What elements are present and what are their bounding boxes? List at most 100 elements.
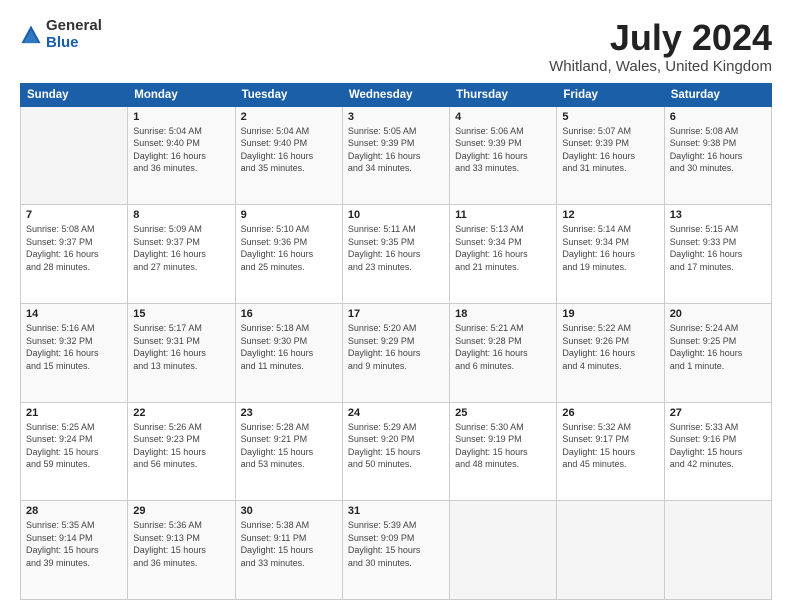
- calendar-header: SundayMondayTuesdayWednesdayThursdayFrid…: [21, 83, 772, 106]
- day-info: Sunrise: 5:24 AM Sunset: 9:25 PM Dayligh…: [670, 322, 766, 372]
- day-info: Sunrise: 5:07 AM Sunset: 9:39 PM Dayligh…: [562, 125, 658, 175]
- header-cell-tuesday: Tuesday: [235, 83, 342, 106]
- logo-icon: [20, 24, 42, 46]
- day-number: 1: [133, 111, 229, 123]
- logo-general: General: [46, 18, 102, 35]
- day-number: 4: [455, 111, 551, 123]
- day-info: Sunrise: 5:11 AM Sunset: 9:35 PM Dayligh…: [348, 223, 444, 273]
- header-row: SundayMondayTuesdayWednesdayThursdayFrid…: [21, 83, 772, 106]
- header-cell-friday: Friday: [557, 83, 664, 106]
- day-number: 25: [455, 407, 551, 419]
- day-number: 18: [455, 308, 551, 320]
- day-info: Sunrise: 5:08 AM Sunset: 9:38 PM Dayligh…: [670, 125, 766, 175]
- day-info: Sunrise: 5:21 AM Sunset: 9:28 PM Dayligh…: [455, 322, 551, 372]
- day-number: 11: [455, 209, 551, 221]
- location-title: Whitland, Wales, United Kingdom: [549, 58, 772, 75]
- day-number: 20: [670, 308, 766, 320]
- day-number: 2: [241, 111, 337, 123]
- day-number: 21: [26, 407, 122, 419]
- day-info: Sunrise: 5:18 AM Sunset: 9:30 PM Dayligh…: [241, 322, 337, 372]
- calendar-cell: 20 Sunrise: 5:24 AM Sunset: 9:25 PM Dayli…: [664, 303, 771, 402]
- day-number: 16: [241, 308, 337, 320]
- header-cell-wednesday: Wednesday: [342, 83, 449, 106]
- day-number: 23: [241, 407, 337, 419]
- calendar-cell: 1 Sunrise: 5:04 AM Sunset: 9:40 PM Daylig…: [128, 106, 235, 205]
- logo-blue: Blue: [46, 35, 102, 52]
- day-info: Sunrise: 5:20 AM Sunset: 9:29 PM Dayligh…: [348, 322, 444, 372]
- calendar-cell: 24 Sunrise: 5:29 AM Sunset: 9:20 PM Dayli…: [342, 402, 449, 501]
- calendar-cell: 2Sunrise: 5:04 AM Sunset: 9:40 PM Daylig…: [235, 106, 342, 205]
- day-info: Sunrise: 5:33 AM Sunset: 9:16 PM Dayligh…: [670, 421, 766, 471]
- day-number: 14: [26, 308, 122, 320]
- calendar-cell: 25 Sunrise: 5:30 AM Sunset: 9:19 PM Dayli…: [450, 402, 557, 501]
- calendar-cell: 4Sunrise: 5:06 AM Sunset: 9:39 PM Daylig…: [450, 106, 557, 205]
- calendar-cell: 5 Sunrise: 5:07 AM Sunset: 9:39 PM Daylig…: [557, 106, 664, 205]
- calendar-cell: 15Sunrise: 5:17 AM Sunset: 9:31 PM Dayli…: [128, 303, 235, 402]
- day-number: 27: [670, 407, 766, 419]
- calendar-cell: [450, 501, 557, 600]
- day-info: Sunrise: 5:08 AM Sunset: 9:37 PM Dayligh…: [26, 223, 122, 273]
- day-number: 15: [133, 308, 229, 320]
- day-info: Sunrise: 5:04 AM Sunset: 9:40 PM Dayligh…: [133, 125, 229, 175]
- day-info: Sunrise: 5:14 AM Sunset: 9:34 PM Dayligh…: [562, 223, 658, 273]
- calendar-cell: 6 Sunrise: 5:08 AM Sunset: 9:38 PM Daylig…: [664, 106, 771, 205]
- day-number: 13: [670, 209, 766, 221]
- day-number: 24: [348, 407, 444, 419]
- week-row-2: 14Sunrise: 5:16 AM Sunset: 9:32 PM Dayli…: [21, 303, 772, 402]
- day-info: Sunrise: 5:09 AM Sunset: 9:37 PM Dayligh…: [133, 223, 229, 273]
- calendar-cell: 28 Sunrise: 5:35 AM Sunset: 9:14 PM Dayli…: [21, 501, 128, 600]
- day-info: Sunrise: 5:38 AM Sunset: 9:11 PM Dayligh…: [241, 519, 337, 569]
- day-number: 10: [348, 209, 444, 221]
- day-info: Sunrise: 5:29 AM Sunset: 9:20 PM Dayligh…: [348, 421, 444, 471]
- header-cell-saturday: Saturday: [664, 83, 771, 106]
- calendar-cell: [664, 501, 771, 600]
- calendar-cell: 9 Sunrise: 5:10 AM Sunset: 9:36 PM Daylig…: [235, 205, 342, 304]
- day-info: Sunrise: 5:15 AM Sunset: 9:33 PM Dayligh…: [670, 223, 766, 273]
- header-cell-thursday: Thursday: [450, 83, 557, 106]
- week-row-4: 28 Sunrise: 5:35 AM Sunset: 9:14 PM Dayli…: [21, 501, 772, 600]
- day-number: 26: [562, 407, 658, 419]
- calendar-cell: 19Sunrise: 5:22 AM Sunset: 9:26 PM Dayli…: [557, 303, 664, 402]
- title-block: July 2024 Whitland, Wales, United Kingdo…: [549, 18, 772, 75]
- calendar-cell: 10 Sunrise: 5:11 AM Sunset: 9:35 PM Dayli…: [342, 205, 449, 304]
- header-cell-sunday: Sunday: [21, 83, 128, 106]
- day-number: 30: [241, 505, 337, 517]
- day-number: 6: [670, 111, 766, 123]
- calendar-cell: 23 Sunrise: 5:28 AM Sunset: 9:21 PM Dayli…: [235, 402, 342, 501]
- day-number: 7: [26, 209, 122, 221]
- day-info: Sunrise: 5:25 AM Sunset: 9:24 PM Dayligh…: [26, 421, 122, 471]
- header-cell-monday: Monday: [128, 83, 235, 106]
- calendar-cell: 31 Sunrise: 5:39 AM Sunset: 9:09 PM Dayli…: [342, 501, 449, 600]
- day-info: Sunrise: 5:26 AM Sunset: 9:23 PM Dayligh…: [133, 421, 229, 471]
- calendar-cell: 13 Sunrise: 5:15 AM Sunset: 9:33 PM Dayli…: [664, 205, 771, 304]
- calendar-cell: 30 Sunrise: 5:38 AM Sunset: 9:11 PM Dayli…: [235, 501, 342, 600]
- calendar-cell: 3 Sunrise: 5:05 AM Sunset: 9:39 PM Daylig…: [342, 106, 449, 205]
- day-number: 31: [348, 505, 444, 517]
- day-info: Sunrise: 5:05 AM Sunset: 9:39 PM Dayligh…: [348, 125, 444, 175]
- calendar-cell: 14Sunrise: 5:16 AM Sunset: 9:32 PM Dayli…: [21, 303, 128, 402]
- calendar-cell: 8 Sunrise: 5:09 AM Sunset: 9:37 PM Daylig…: [128, 205, 235, 304]
- day-number: 9: [241, 209, 337, 221]
- day-number: 8: [133, 209, 229, 221]
- day-number: 3: [348, 111, 444, 123]
- calendar-cell: 29Sunrise: 5:36 AM Sunset: 9:13 PM Dayli…: [128, 501, 235, 600]
- day-info: Sunrise: 5:39 AM Sunset: 9:09 PM Dayligh…: [348, 519, 444, 569]
- day-number: 29: [133, 505, 229, 517]
- day-number: 17: [348, 308, 444, 320]
- calendar-table: SundayMondayTuesdayWednesdayThursdayFrid…: [20, 83, 772, 600]
- day-number: 5: [562, 111, 658, 123]
- calendar-cell: 18 Sunrise: 5:21 AM Sunset: 9:28 PM Dayli…: [450, 303, 557, 402]
- week-row-3: 21 Sunrise: 5:25 AM Sunset: 9:24 PM Dayli…: [21, 402, 772, 501]
- calendar-cell: 7 Sunrise: 5:08 AM Sunset: 9:37 PM Daylig…: [21, 205, 128, 304]
- day-info: Sunrise: 5:28 AM Sunset: 9:21 PM Dayligh…: [241, 421, 337, 471]
- day-info: Sunrise: 5:35 AM Sunset: 9:14 PM Dayligh…: [26, 519, 122, 569]
- calendar-cell: 26Sunrise: 5:32 AM Sunset: 9:17 PM Dayli…: [557, 402, 664, 501]
- day-number: 12: [562, 209, 658, 221]
- calendar-cell: 21 Sunrise: 5:25 AM Sunset: 9:24 PM Dayli…: [21, 402, 128, 501]
- calendar-body: 1 Sunrise: 5:04 AM Sunset: 9:40 PM Daylig…: [21, 106, 772, 599]
- calendar-cell: 27 Sunrise: 5:33 AM Sunset: 9:16 PM Dayli…: [664, 402, 771, 501]
- page: General Blue July 2024 Whitland, Wales, …: [0, 0, 792, 612]
- day-number: 28: [26, 505, 122, 517]
- day-info: Sunrise: 5:10 AM Sunset: 9:36 PM Dayligh…: [241, 223, 337, 273]
- day-info: Sunrise: 5:30 AM Sunset: 9:19 PM Dayligh…: [455, 421, 551, 471]
